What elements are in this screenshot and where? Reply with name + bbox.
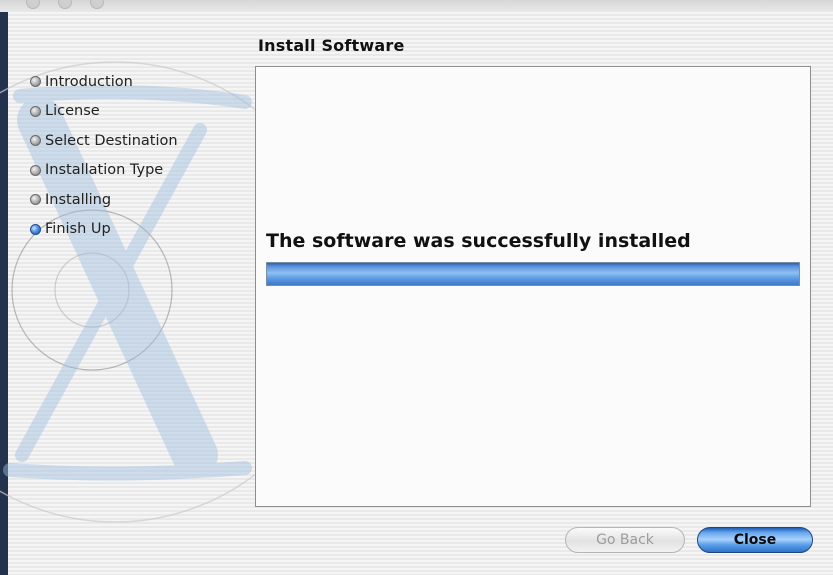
install-progress-bar (266, 262, 800, 286)
step-done-bullet-icon (30, 105, 41, 117)
step-installation-type: Installation Type (30, 156, 178, 186)
install-status-message: The software was successfully installed (266, 230, 691, 252)
step-label: Installation Type (45, 162, 164, 179)
page-title: Install Software (258, 36, 405, 55)
step-done-bullet-icon (30, 164, 41, 176)
install-progress-fill (267, 263, 799, 285)
close-button[interactable]: Close (697, 527, 813, 553)
go-back-button[interactable]: Go Back (565, 527, 685, 553)
step-finish-up: Finish Up (30, 215, 178, 245)
step-label: Introduction (45, 73, 133, 90)
step-done-bullet-icon (30, 194, 41, 206)
installer-window: Install Software Introduction License Se… (0, 0, 833, 575)
step-label: Select Destination (45, 132, 178, 149)
step-installing: Installing (30, 185, 178, 215)
step-current-bullet-icon (30, 223, 41, 235)
step-label: License (45, 103, 100, 120)
step-select-destination: Select Destination (30, 126, 178, 156)
step-done-bullet-icon (30, 135, 41, 147)
step-done-bullet-icon (30, 76, 41, 88)
installer-steps-list: Introduction License Select Destination … (30, 67, 178, 244)
step-label: Installing (45, 191, 112, 208)
step-label: Finish Up (45, 221, 111, 238)
step-license: License (30, 97, 178, 127)
step-introduction: Introduction (30, 67, 178, 97)
content-panel: The software was successfully installed (255, 66, 811, 507)
